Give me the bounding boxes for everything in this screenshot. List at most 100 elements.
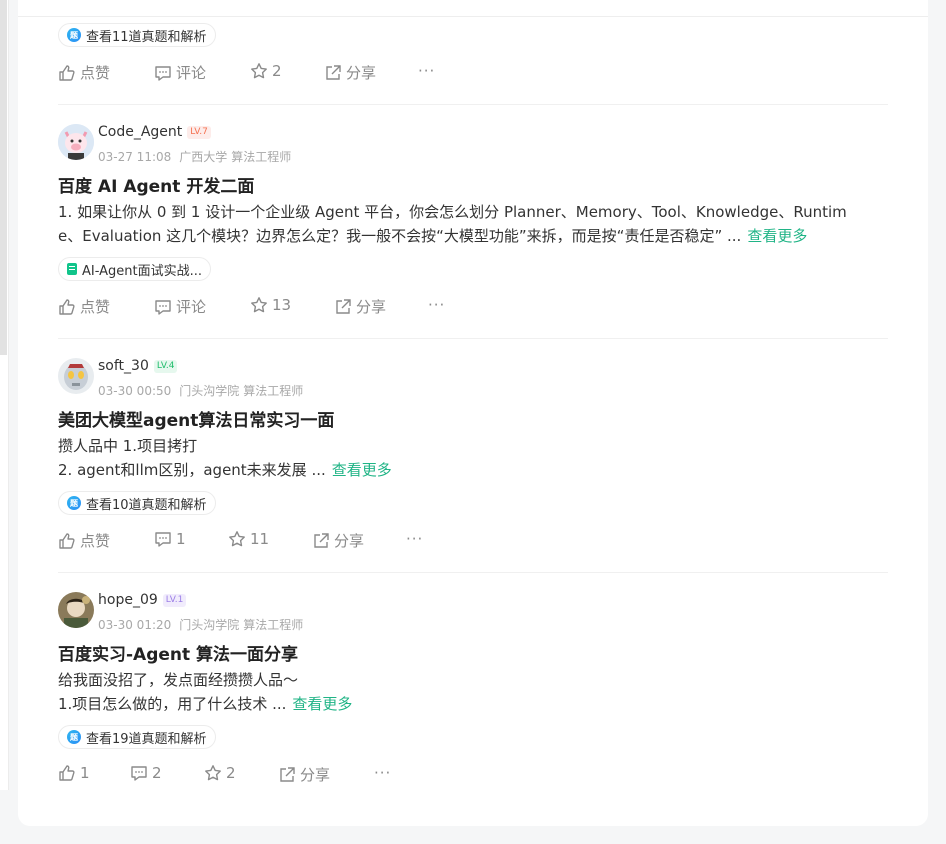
comment-icon [155,65,171,81]
username-text: soft_30 [98,358,149,374]
more-options-button[interactable]: ··· [418,62,435,80]
question-tag[interactable]: 题 查看10道真题和解析 [58,491,216,515]
comment-button[interactable]: 评论 [154,62,206,83]
school: 门头沟学院 [179,384,240,398]
star-button[interactable]: 2 [204,764,236,782]
post-title[interactable]: 百度实习-Agent 算法一面分享 [58,640,298,665]
star-button[interactable]: 2 [250,62,282,80]
post-title[interactable]: 百度 AI Agent 开发二面 [58,172,254,197]
share-icon [326,64,341,80]
username[interactable]: Code_Agent LV.7 [98,124,211,140]
thumb-up-icon [59,298,75,315]
tag-label: 查看11道真题和解析 [86,29,207,45]
comment-count: 1 [176,530,186,548]
like-button[interactable]: 点赞 [58,296,110,317]
star-icon [205,765,221,781]
question-icon: 题 [67,730,81,744]
avatar[interactable] [58,358,94,394]
post-meta: 03-27 11:08 广西大学 算法工程师 [98,148,299,165]
star-button[interactable]: 11 [228,530,269,548]
body-line: 1. 如果让你从 0 到 1 设计一个企业级 Agent 平台，你会怎么划分 P… [58,203,847,221]
question-tag[interactable]: 题 查看19道真题和解析 [58,725,216,749]
username-text: hope_09 [98,592,158,608]
more-options-button[interactable]: ··· [428,296,445,314]
like-label: 点赞 [80,298,111,316]
post-body[interactable]: 1. 如果让你从 0 到 1 设计一个企业级 Agent 平台，你会怎么划分 P… [58,200,888,248]
post-date: 03-30 00:50 [98,384,172,398]
left-panel-edge [0,0,9,790]
share-button[interactable]: 分享 [312,530,364,551]
thumb-up-icon [59,64,75,81]
comment-button[interactable]: 1 [154,530,186,548]
book-icon [67,263,77,275]
like-button[interactable]: 1 [58,764,90,782]
post-title[interactable]: 美团大模型agent算法日常实习一面 [58,406,334,431]
post-divider [58,104,888,105]
share-icon [336,298,351,314]
share-button[interactable]: 分享 [324,62,376,83]
like-label: 点赞 [80,64,111,82]
like-label: 点赞 [80,532,111,550]
like-button[interactable]: 点赞 [58,62,110,83]
comment-icon [155,532,171,547]
more-label: ··· [406,530,424,548]
body-line: 2. agent和llm区别，agent未来发展 ... [58,461,326,479]
star-count: 11 [250,530,270,548]
avatar[interactable] [58,592,94,628]
more-options-button[interactable]: ··· [374,764,391,782]
read-more-link[interactable]: 查看更多 [747,227,807,245]
comment-icon [131,766,147,781]
thumb-up-icon [59,765,75,781]
tag-label: 查看10道真题和解析 [86,497,207,513]
share-label: 分享 [300,766,331,784]
level-badge: LV.7 [187,125,211,139]
body-line: 给我面没招了，发点面经攒攒人品～ [58,671,299,689]
comment-icon [155,299,171,315]
share-icon [314,532,329,548]
left-scrollbar[interactable] [0,0,7,355]
star-count: 13 [272,296,292,314]
comment-label: 评论 [176,64,207,82]
star-icon [229,531,245,547]
robot-avatar-icon [58,358,94,394]
feed-card: 题 查看11道真题和解析 点赞 评论 2 分享 ··· Code_Agent L… [18,0,928,826]
comment-button[interactable]: 2 [130,764,162,782]
job-title: 算法工程师 [231,150,292,164]
post-body[interactable]: 给我面没招了，发点面经攒攒人品～ 1.项目怎么做的，用了什么技术 ... 查看更多 [58,668,888,716]
column-tag[interactable]: AI-Agent面试实战... [58,257,212,281]
star-count: 2 [226,764,236,782]
question-tag[interactable]: 题 查看11道真题和解析 [58,23,216,47]
body-line: 攒人品中 1.项目拷打 [58,437,198,455]
share-button[interactable]: 分享 [278,764,330,785]
share-label: 分享 [346,64,377,82]
thumb-up-icon [59,532,75,549]
username-text: Code_Agent [98,124,183,140]
comment-label: 评论 [176,298,207,316]
comment-button[interactable]: 评论 [154,296,206,317]
post-body[interactable]: 攒人品中 1.项目拷打 2. agent和llm区别，agent未来发展 ...… [58,434,888,482]
read-more-link[interactable]: 查看更多 [332,461,392,479]
star-button[interactable]: 13 [250,296,291,314]
like-button[interactable]: 点赞 [58,530,110,551]
tag-label: AI-Agent面试实战... [82,263,203,279]
username[interactable]: hope_09 LV.1 [98,592,187,608]
level-badge: LV.4 [153,359,178,373]
more-options-button[interactable]: ··· [406,530,423,548]
job-title: 算法工程师 [243,384,304,398]
pig-avatar-icon [58,124,94,160]
read-more-link[interactable]: 查看更多 [292,695,352,713]
like-count: 1 [80,764,90,782]
question-icon: 题 [67,496,81,510]
share-label: 分享 [334,532,365,550]
avatar[interactable] [58,124,94,160]
username[interactable]: soft_30 LV.4 [98,358,178,374]
job-title: 算法工程师 [243,618,304,632]
post-meta: 03-30 00:50 门头沟学院 算法工程师 [98,382,311,399]
share-button[interactable]: 分享 [334,296,386,317]
post-divider [58,572,888,573]
star-count: 2 [272,62,282,80]
star-icon [251,63,267,79]
question-icon: 题 [67,28,81,42]
post-date: 03-27 11:08 [98,150,172,164]
more-label: ··· [418,62,436,80]
